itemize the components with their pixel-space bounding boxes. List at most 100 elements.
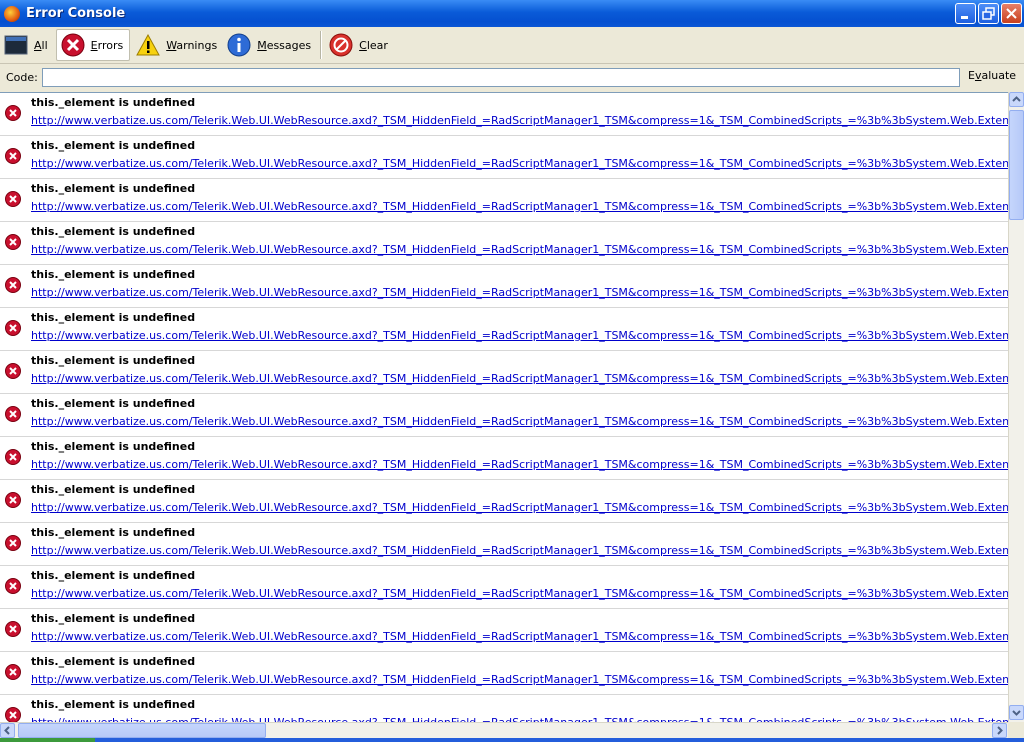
error-source-link[interactable]: http://www.verbatize.us.com/Telerik.Web.…	[31, 630, 1008, 643]
error-source-link[interactable]: http://www.verbatize.us.com/Telerik.Web.…	[31, 673, 1008, 686]
horizontal-scrollbar[interactable]	[0, 722, 1008, 738]
error-message: this._element is undefined	[31, 268, 196, 281]
error-message: this._element is undefined	[31, 483, 196, 496]
close-icon	[1006, 8, 1017, 19]
error-icon	[5, 105, 21, 121]
error-message: this._element is undefined	[31, 612, 196, 625]
all-button[interactable]: All	[0, 29, 54, 61]
clear-button[interactable]: Clear	[325, 29, 394, 61]
error-icon	[5, 664, 21, 680]
error-icon	[61, 33, 85, 57]
warning-icon	[136, 34, 161, 56]
error-message: this._element is undefined	[31, 139, 196, 152]
error-row[interactable]: this._element is undefined http://www.ver…	[0, 179, 1008, 222]
toolbar-separator	[320, 31, 323, 59]
vertical-scroll-thumb[interactable]	[1009, 110, 1024, 220]
minimize-icon	[961, 16, 968, 19]
chevron-up-icon	[1012, 96, 1021, 102]
firefox-icon	[4, 5, 20, 22]
restore-button[interactable]	[978, 3, 999, 24]
error-row[interactable]: this._element is undefined http://www.ver…	[0, 523, 1008, 566]
vertical-scrollbar[interactable]	[1008, 92, 1024, 722]
error-icon	[5, 578, 21, 594]
error-row[interactable]: this._element is undefined http://www.ver…	[0, 351, 1008, 394]
warnings-button[interactable]: Warnings	[132, 29, 223, 61]
error-source-link[interactable]: http://www.verbatize.us.com/Telerik.Web.…	[31, 501, 1008, 514]
error-message: this._element is undefined	[31, 655, 196, 668]
error-icon	[5, 492, 21, 508]
error-row[interactable]: this._element is undefined http://www.ver…	[0, 136, 1008, 179]
scroll-right-button[interactable]	[992, 723, 1007, 738]
error-message: this._element is undefined	[31, 354, 196, 367]
evaluate-button[interactable]: Evaluate	[968, 69, 1016, 82]
minimize-button[interactable]	[955, 3, 976, 24]
close-button[interactable]	[1001, 3, 1022, 24]
scroll-left-button[interactable]	[0, 723, 15, 738]
error-source-link[interactable]: http://www.verbatize.us.com/Telerik.Web.…	[31, 200, 1008, 213]
error-icon	[5, 277, 21, 293]
error-message: this._element is undefined	[31, 440, 196, 453]
error-message: this._element is undefined	[31, 397, 196, 410]
error-message: this._element is undefined	[31, 311, 196, 324]
error-icon	[5, 234, 21, 250]
error-icon	[5, 449, 21, 465]
scroll-down-button[interactable]	[1009, 705, 1024, 720]
scroll-corner	[1008, 722, 1024, 738]
messages-button[interactable]: Messages	[223, 29, 317, 61]
error-icon	[5, 621, 21, 637]
title-bar[interactable]: Error Console	[0, 0, 1024, 27]
info-icon	[227, 33, 251, 57]
toolbar: All Errors Warnings Messages Clear	[0, 27, 1024, 64]
errors-button[interactable]: Errors	[55, 29, 131, 61]
error-row[interactable]: this._element is undefined http://www.ver…	[0, 394, 1008, 437]
error-message: this._element is undefined	[31, 569, 196, 582]
chevron-left-icon	[4, 726, 10, 735]
error-row[interactable]: this._element is undefined http://www.ver…	[0, 437, 1008, 480]
console-icon	[4, 35, 28, 55]
code-label: Code:	[6, 71, 38, 84]
window-title: Error Console	[26, 6, 126, 21]
error-row[interactable]: this._element is undefined http://www.ver…	[0, 566, 1008, 609]
error-icon	[5, 535, 21, 551]
restore-icon	[982, 7, 995, 20]
taskbar-edge	[0, 738, 1024, 742]
error-icon	[5, 707, 21, 723]
error-source-link[interactable]: http://www.verbatize.us.com/Telerik.Web.…	[31, 114, 1008, 127]
clear-icon	[329, 33, 353, 57]
error-list[interactable]: this._element is undefined http://www.ver…	[0, 92, 1008, 723]
error-source-link[interactable]: http://www.verbatize.us.com/Telerik.Web.…	[31, 329, 1008, 342]
error-message: this._element is undefined	[31, 182, 196, 195]
error-source-link[interactable]: http://www.verbatize.us.com/Telerik.Web.…	[31, 286, 1008, 299]
error-row[interactable]: this._element is undefined http://www.ver…	[0, 609, 1008, 652]
error-icon	[5, 320, 21, 336]
error-row[interactable]: this._element is undefined http://www.ver…	[0, 652, 1008, 695]
code-input[interactable]	[42, 68, 960, 87]
error-message: this._element is undefined	[31, 225, 196, 238]
error-row[interactable]: this._element is undefined http://www.ver…	[0, 480, 1008, 523]
error-source-link[interactable]: http://www.verbatize.us.com/Telerik.Web.…	[31, 544, 1008, 557]
error-icon	[5, 406, 21, 422]
error-source-link[interactable]: http://www.verbatize.us.com/Telerik.Web.…	[31, 243, 1008, 256]
error-row[interactable]: this._element is undefined http://www.ver…	[0, 265, 1008, 308]
scroll-up-button[interactable]	[1009, 92, 1024, 107]
error-source-link[interactable]: http://www.verbatize.us.com/Telerik.Web.…	[31, 372, 1008, 385]
error-source-link[interactable]: http://www.verbatize.us.com/Telerik.Web.…	[31, 458, 1008, 471]
error-icon	[5, 363, 21, 379]
error-row[interactable]: this._element is undefined http://www.ver…	[0, 308, 1008, 351]
error-source-link[interactable]: http://www.verbatize.us.com/Telerik.Web.…	[31, 587, 1008, 600]
error-row[interactable]: this._element is undefined http://www.ver…	[0, 93, 1008, 136]
error-icon	[5, 191, 21, 207]
horizontal-scroll-thumb[interactable]	[18, 723, 266, 738]
error-message: this._element is undefined	[31, 526, 196, 539]
error-row[interactable]: this._element is undefined http://www.ver…	[0, 695, 1008, 723]
start-button-edge	[0, 738, 95, 742]
error-source-link[interactable]: http://www.verbatize.us.com/Telerik.Web.…	[31, 415, 1008, 428]
error-message: this._element is undefined	[31, 96, 196, 109]
error-row[interactable]: this._element is undefined http://www.ver…	[0, 222, 1008, 265]
chevron-right-icon	[997, 726, 1003, 735]
error-icon	[5, 148, 21, 164]
window-controls	[955, 3, 1022, 24]
error-message: this._element is undefined	[31, 698, 196, 711]
error-source-link[interactable]: http://www.verbatize.us.com/Telerik.Web.…	[31, 157, 1008, 170]
code-bar: Code: Evaluate	[0, 64, 1024, 91]
